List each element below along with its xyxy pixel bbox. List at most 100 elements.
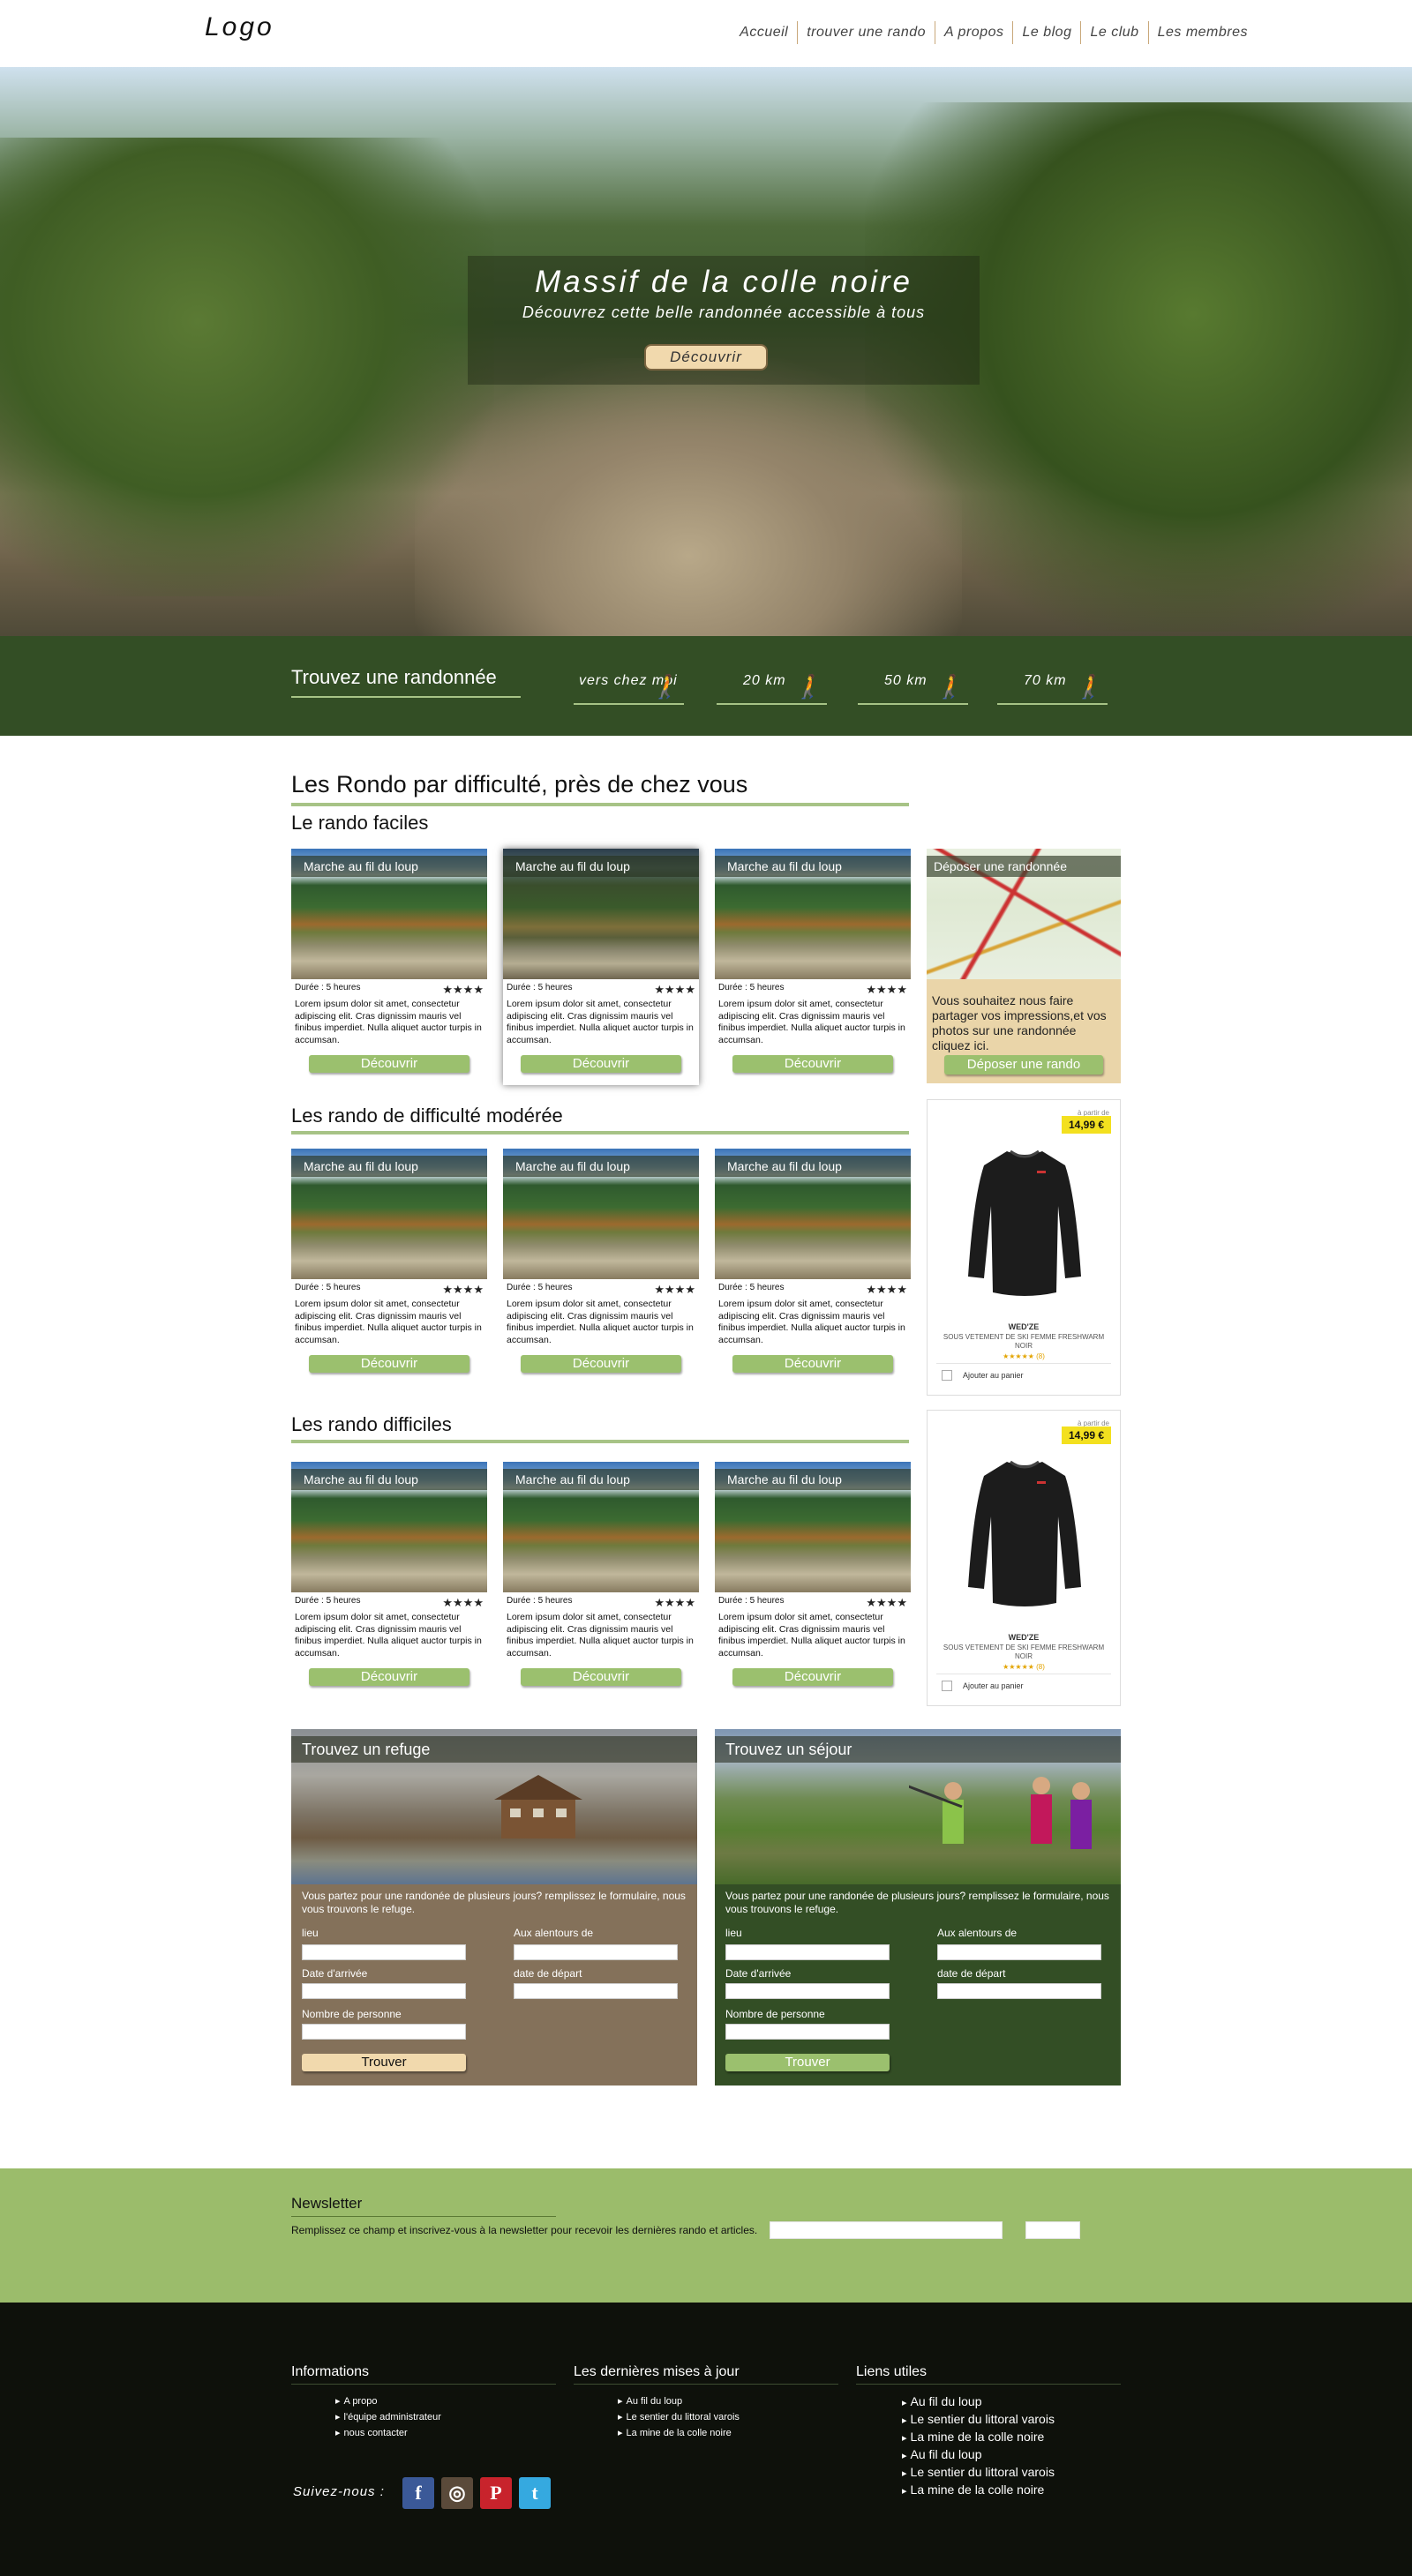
checkbox[interactable] xyxy=(942,1681,952,1691)
discover-button[interactable]: Découvrir xyxy=(521,1355,681,1373)
hike-card-description: Lorem ipsum dolor sit amet, consectetur … xyxy=(295,1612,482,1659)
hike-card-title: Marche au fil du loup xyxy=(503,856,699,877)
hike-card: Marche au fil du loup Durée : 5 heures ★… xyxy=(503,849,699,1085)
search-option-70km[interactable]: 70 km 🚶 xyxy=(997,670,1108,705)
footer-link[interactable]: l'équipe administrateur xyxy=(335,2409,556,2425)
arrivee-label: Date d'arrivée xyxy=(302,1967,368,1980)
shirt-image xyxy=(968,1149,1081,1296)
checkbox[interactable] xyxy=(942,1370,952,1381)
discover-button[interactable]: Découvrir xyxy=(521,1668,681,1686)
footer-link[interactable]: La mine de la colle noire xyxy=(902,2429,1121,2446)
alentours-input[interactable] xyxy=(514,1944,678,1960)
hero-banner: Massif de la colle noire Découvrez cette… xyxy=(0,67,1412,636)
arrivee-label: Date d'arrivée xyxy=(725,1967,792,1980)
discover-button[interactable]: Découvrir xyxy=(732,1055,893,1073)
refuge-search-button[interactable]: Trouver xyxy=(302,2054,466,2071)
personnes-input[interactable] xyxy=(725,2024,890,2040)
search-option-50km[interactable]: 50 km 🚶 xyxy=(858,670,968,705)
ad-price-badge: 14,99 € xyxy=(1062,1427,1111,1444)
hero-discover-button[interactable]: Découvrir xyxy=(644,344,768,371)
arrivee-input[interactable] xyxy=(725,1983,890,1999)
refuge-hut-image xyxy=(494,1775,582,1838)
hike-card: Marche au fil du loup Durée : 5 heures ★… xyxy=(715,849,911,1085)
footer-link[interactable]: Au fil du loup xyxy=(902,2446,1121,2464)
search-option-20km[interactable]: 20 km 🚶 xyxy=(717,670,827,705)
hike-card-meta: Durée : 5 heures ★★★★ xyxy=(507,983,695,997)
add-to-cart[interactable]: Ajouter au panier xyxy=(942,1370,1024,1381)
nav-a-propos[interactable]: A propos xyxy=(935,21,1012,44)
footer-link[interactable]: Le sentier du littoral varois xyxy=(902,2411,1121,2429)
nav-trouver-une-rando[interactable]: trouver une rando xyxy=(797,21,935,44)
depart-input[interactable] xyxy=(937,1983,1101,1999)
newsletter-submit-button[interactable] xyxy=(1025,2221,1080,2239)
discover-button[interactable]: Découvrir xyxy=(732,1355,893,1373)
search-option-near-me[interactable]: vers chez moi 🚶 xyxy=(574,670,684,705)
personnes-input[interactable] xyxy=(302,2024,466,2040)
discover-button[interactable]: Découvrir xyxy=(309,1668,469,1686)
hero-photo-path xyxy=(415,358,962,636)
category-title-moderate: Les rando de difficulté modérée xyxy=(291,1105,563,1127)
rating-stars: ★★★★ xyxy=(654,1283,695,1296)
hike-card-description: Lorem ipsum dolor sit amet, consectetur … xyxy=(295,1299,482,1345)
search-option-label: 70 km xyxy=(1024,673,1067,688)
rating-stars: ★★★★ xyxy=(442,1283,484,1296)
twitter-icon[interactable]: t xyxy=(519,2477,551,2509)
personnes-label: Nombre de personne xyxy=(302,2008,402,2020)
submit-hike-button[interactable]: Déposer une rando xyxy=(944,1055,1103,1075)
footer-link[interactable]: La mine de la colle noire xyxy=(902,2482,1121,2499)
newsletter-email-input[interactable] xyxy=(770,2221,1003,2239)
discover-button[interactable]: Découvrir xyxy=(732,1668,893,1686)
facebook-icon[interactable]: f xyxy=(402,2477,434,2509)
nav-les-membres[interactable]: Les membres xyxy=(1147,21,1257,44)
footer-col-title: Informations xyxy=(291,2364,556,2385)
alentours-input[interactable] xyxy=(937,1944,1101,1960)
footer-link[interactable]: Au fil du loup xyxy=(902,2393,1121,2411)
product-ad[interactable]: à partir de 14,99 € WED'ZE SOUS VETEMENT… xyxy=(927,1099,1121,1396)
footer-col-title: Les dernières mises à jour xyxy=(574,2364,838,2385)
footer-link[interactable]: La mine de la colle noire xyxy=(618,2425,838,2441)
logo[interactable]: Logo xyxy=(205,12,274,42)
nav-le-club[interactable]: Le club xyxy=(1080,21,1147,44)
ad-product-name: SOUS VETEMENT DE SKI FEMME FRESHWARM NOI… xyxy=(943,1644,1105,1660)
discover-button[interactable]: Découvrir xyxy=(309,1055,469,1073)
ad-brand: WED'ZE xyxy=(1008,1633,1040,1642)
hike-card-description: Lorem ipsum dolor sit amet, consectetur … xyxy=(507,1299,694,1345)
promo-text: Vous souhaitez nous faire partager vos i… xyxy=(932,993,1107,1052)
main-nav: Accueil trouver une rando A propos Le bl… xyxy=(731,21,1257,44)
site-header: Logo Accueil trouver une rando A propos … xyxy=(0,0,1412,67)
depart-input[interactable] xyxy=(514,1983,678,1999)
nav-accueil[interactable]: Accueil xyxy=(731,21,797,44)
hike-card-meta: Durée : 5 heures ★★★★ xyxy=(295,1283,484,1297)
hiker-icon: 🚶 xyxy=(793,673,823,700)
footer-link[interactable]: A propo xyxy=(335,2393,556,2409)
footer-link[interactable]: Au fil du loup xyxy=(618,2393,838,2409)
instagram-icon[interactable]: ◎ xyxy=(441,2477,473,2509)
lieu-label: lieu xyxy=(725,1927,742,1939)
add-to-cart[interactable]: Ajouter au panier xyxy=(942,1681,1024,1691)
hiker-icon: 🚶 xyxy=(1074,673,1104,700)
footer-updates: Les dernières mises à jour Au fil du lou… xyxy=(574,2364,838,2441)
footer-informations: Informations A propo l'équipe administra… xyxy=(291,2364,556,2441)
discover-button[interactable]: Découvrir xyxy=(309,1355,469,1373)
sejour-search-button[interactable]: Trouver xyxy=(725,2054,890,2071)
hike-card-title: Marche au fil du loup xyxy=(291,856,487,877)
refuge-form-panel: Trouvez un refuge Vous partez pour une r… xyxy=(291,1729,697,2086)
nav-le-blog[interactable]: Le blog xyxy=(1012,21,1080,44)
hike-card-description: Lorem ipsum dolor sit amet, consectetur … xyxy=(718,1612,905,1659)
hike-card: Marche au fil du loup Durée : 5 heures ★… xyxy=(715,1149,911,1385)
hike-card-duration: Durée : 5 heures xyxy=(507,983,573,992)
category-title-easy: Le rando faciles xyxy=(291,812,429,834)
pinterest-icon[interactable]: P xyxy=(480,2477,512,2509)
lieu-input[interactable] xyxy=(725,1944,890,1960)
footer-link[interactable]: Le sentier du littoral varois xyxy=(618,2409,838,2425)
hiker-icon: 🚶 xyxy=(650,673,680,700)
hero-subtitle: Découvrez cette belle randonnée accessib… xyxy=(522,303,926,321)
hike-card-title: Marche au fil du loup xyxy=(715,1156,911,1177)
footer-link[interactable]: Le sentier du littoral varois xyxy=(902,2464,1121,2482)
product-ad[interactable]: à partir de 14,99 € WED'ZE SOUS VETEMENT… xyxy=(927,1410,1121,1706)
discover-button[interactable]: Découvrir xyxy=(521,1055,681,1073)
footer-link[interactable]: nous contacter xyxy=(335,2425,556,2441)
lieu-input[interactable] xyxy=(302,1944,466,1960)
search-option-label: 20 km xyxy=(743,673,786,688)
arrivee-input[interactable] xyxy=(302,1983,466,1999)
